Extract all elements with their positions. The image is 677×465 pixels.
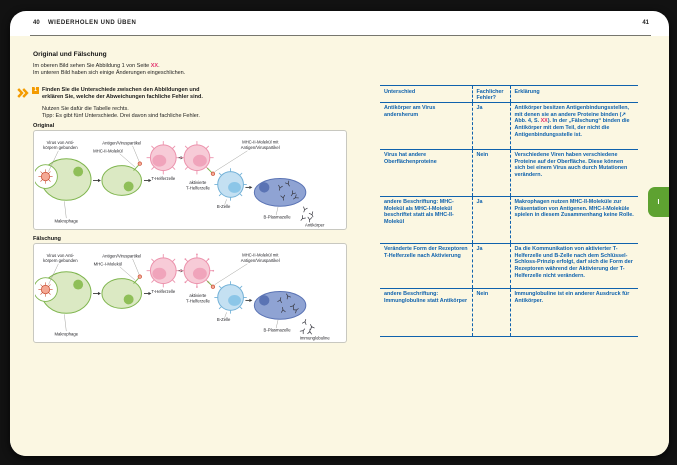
difference-cell: andere Beschriftung: Immunglobuline stat… [380, 288, 472, 336]
label-antigen: Antigen/Viruspartikel [102, 140, 141, 145]
intro-line-2: Im unteren Bild haben sich einige Änderu… [33, 70, 185, 77]
label-aktiviert-line2: T-Helferzelle [186, 185, 210, 190]
label-mhc-mit-line2: Antigen/Viruspartikel [241, 258, 280, 263]
explanation-text: Da die Kommunikation von aktivierter T-H… [515, 246, 633, 278]
label-aktiviert-line2: T-Helferzelle [186, 298, 210, 303]
explanation-cell: Da die Kommunikation von aktivierter T-H… [510, 243, 638, 288]
b-cell [215, 169, 247, 201]
label-makrophage: Makrophage [54, 219, 78, 224]
page-reference: XX [151, 63, 158, 69]
chapter-tab-label: I [658, 199, 660, 206]
book-spread: 40 WIEDERHOLEN UND ÜBEN 41 Original und … [10, 11, 669, 456]
explanation-cell: Makrophagen nutzen MHC-II-Moleküle zur P… [510, 196, 638, 243]
table-row: andere Beschriftung: MHC-Molekül als MHC… [380, 196, 638, 243]
immune-diagram-faelschung: Virus von Anti- körpern gebunden Makroph… [35, 245, 345, 341]
label-immunglobuline: Immunglobuline [300, 336, 331, 341]
label-t-helfer: T-Helferzelle [151, 176, 175, 181]
figure-faelschung: Virus von Anti- körpern gebunden Makroph… [33, 243, 347, 343]
lesson-heading: Original und Fälschung [33, 51, 107, 58]
table-row: Antikörper am Virus andersherum Ja Antik… [380, 102, 638, 149]
col-header-fachlicher-fehler: Fachlicher Fehler? [472, 86, 510, 103]
intro-text: Im oberen Bild sehen Sie Abbildung 1 von… [33, 63, 185, 77]
page-number-left: 40 [33, 20, 40, 26]
explanation-cell: Immunglobuline ist ein anderer Ausdruck … [510, 288, 638, 336]
label-mhc-mit-line1: MHC-II-Molekül mit [242, 252, 279, 257]
explanation-text: Verschiedene Viren haben verschiedene Pr… [515, 152, 628, 178]
error-flag-cell: Ja [472, 243, 510, 288]
difference-cell: Antikörper am Virus andersherum [380, 102, 472, 149]
free-antibodies [300, 319, 314, 334]
virus-particle [39, 170, 53, 184]
figure-title-original: Original [33, 123, 54, 129]
label-b-zelle: B-Zelle [217, 204, 231, 209]
antigen-presenting-cell [102, 275, 142, 308]
label-aktiviert-line1: aktivierte [189, 180, 207, 185]
error-flag-cell: Ja [472, 102, 510, 149]
label-antikoerper: Antikörper [305, 223, 325, 228]
label-b-plasmazelle: B-Plasmazelle [264, 328, 292, 333]
label-antigen: Antigen/Viruspartikel [102, 253, 141, 258]
figure-original: Virus von Anti- körpern gebunden Makroph… [33, 130, 347, 230]
table-row: Virus hat andere Oberflächenproteine Nei… [380, 149, 638, 196]
task-instruction: Finden Sie die Unterschiede zwischen den… [42, 87, 212, 101]
col-header-unterschied: Unterschied [380, 86, 472, 103]
label-mhc-mit-line1: MHC-II-Molekül mit [242, 139, 279, 144]
label-makrophage: Makrophage [54, 332, 78, 337]
label-t-helfer: T-Helferzelle [151, 289, 175, 294]
label-mhc: MHC-II-Molekül [93, 148, 123, 153]
explanation-cell: Verschiedene Viren haben verschiedene Pr… [510, 149, 638, 196]
explanation-cell: Antikörper besitzen Antigenbindungsstell… [510, 102, 638, 149]
free-antibodies [299, 207, 314, 222]
antigen-presenting-cell [102, 162, 142, 195]
screenshot-frame: 40 WIEDERHOLEN UND ÜBEN 41 Original und … [0, 0, 677, 465]
explanation-text: Immunglobuline ist ein anderer Ausdruck … [515, 291, 630, 304]
task-block: 1 Finden Sie die Unterschiede zwischen d… [17, 87, 212, 120]
difference-cell: andere Beschriftung: MHC-Molekül als MHC… [380, 196, 472, 243]
label-virus-line2: körpern gebunden [43, 145, 78, 150]
t-helper-cell [147, 254, 180, 287]
figure-title-faelschung: Fälschung [33, 236, 61, 242]
label-virus-line1: Virus von Anti- [47, 140, 75, 145]
error-flag-cell: Nein [472, 149, 510, 196]
difference-cell: Veränderte Form der Rezeptoren T-Helferz… [380, 243, 472, 288]
table-header-row: Unterschied Fachlicher Fehler? Erklärung [380, 86, 638, 103]
label-b-plasmazelle: B-Plasmazelle [264, 215, 292, 220]
task-tip: Tipp: Es gibt fünf Unterschiede. Drei da… [42, 113, 212, 120]
intro-line-1: Im oberen Bild sehen Sie Abbildung 1 von… [33, 63, 185, 70]
error-flag-cell: Ja [472, 196, 510, 243]
explanation-text: Makrophagen nutzen MHC-II-Moleküle zur P… [515, 199, 634, 218]
label-mhc: MHC-I-Molekül [94, 261, 122, 266]
label-aktiviert-line1: aktivierte [189, 293, 207, 298]
task-chevron-icon [17, 88, 29, 98]
task-note: Nutzen Sie dafür die Tabelle rechts. [42, 106, 212, 113]
chapter-tab: I [648, 187, 669, 217]
label-mhc-mit-line2: Antigen/Viruspartikel [241, 145, 280, 150]
label-b-zelle: B-Zelle [217, 317, 231, 322]
t-helper-cell [147, 141, 180, 174]
label-virus-line2: körpern gebunden [43, 258, 78, 263]
header-rule [30, 35, 651, 36]
page-number-right: 41 [642, 20, 649, 26]
task-number-badge: 1 [32, 87, 39, 94]
intro-line1-period: . [158, 63, 160, 69]
task-body: Finden Sie die Unterschiede zwischen den… [42, 87, 212, 120]
b-plasma-cell [254, 179, 305, 207]
differences-table: Unterschied Fachlicher Fehler? Erklärung… [380, 85, 638, 337]
b-plasma-cell [254, 292, 305, 320]
difference-cell: Virus hat andere Oberflächenproteine [380, 149, 472, 196]
label-virus-line1: Virus von Anti- [47, 253, 75, 258]
intro-line1-text: Im oberen Bild sehen Sie Abbildung 1 von… [33, 63, 151, 69]
error-flag-cell: Nein [472, 288, 510, 336]
b-cell [215, 282, 247, 314]
immune-diagram-original: Virus von Anti- körpern gebunden Makroph… [35, 132, 345, 228]
table-row: andere Beschriftung: Immunglobuline stat… [380, 288, 638, 336]
virus-particle [39, 283, 53, 297]
page-reference: XX [541, 118, 548, 124]
col-header-erklaerung: Erklärung [510, 86, 638, 103]
table-row: Veränderte Form der Rezeptoren T-Helferz… [380, 243, 638, 288]
header-title: WIEDERHOLEN UND ÜBEN [48, 20, 136, 26]
